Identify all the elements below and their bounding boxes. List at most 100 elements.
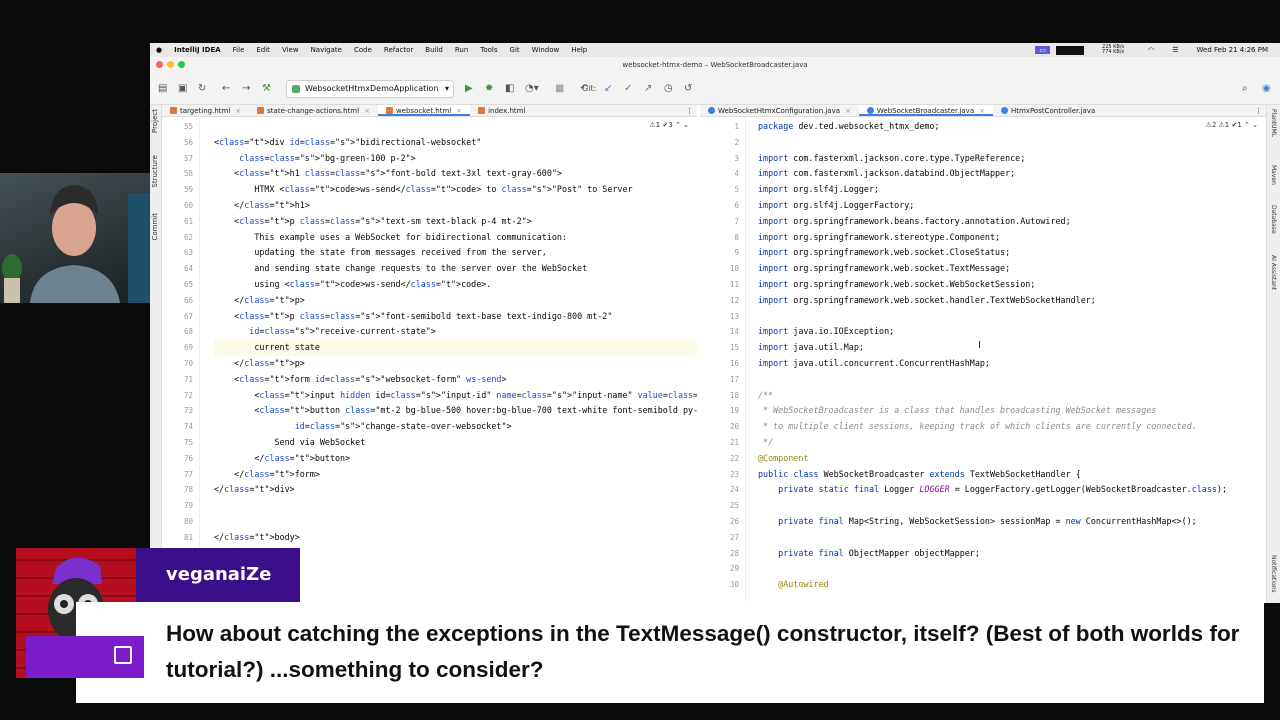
- twitch-badge: [26, 636, 144, 678]
- tool-tab-ai-assistant[interactable]: AI Assistant: [1270, 255, 1277, 290]
- apple-menu-icon[interactable]: ●: [150, 46, 168, 54]
- search-icon[interactable]: ⌕: [1242, 82, 1248, 96]
- screen-share-icon[interactable]: ▭: [1035, 46, 1051, 54]
- debug-icon[interactable]: ✸: [485, 82, 493, 96]
- close-window-button[interactable]: [156, 61, 163, 68]
- code-line: import java.util.concurrent.ConcurrentHa…: [758, 357, 990, 368]
- back-icon[interactable]: ←: [222, 82, 230, 96]
- zoom-window-button[interactable]: [178, 61, 185, 68]
- more-tabs-icon[interactable]: ⋮: [686, 105, 693, 117]
- left-tool-strip: Project Structure Commit: [150, 105, 162, 603]
- code-line: and sending state change requests to the…: [214, 263, 588, 274]
- tool-tab-maven[interactable]: Maven: [1270, 165, 1277, 185]
- menu-build[interactable]: Build: [419, 46, 449, 54]
- profile-icon[interactable]: ◔▾: [525, 82, 539, 96]
- code-line: </class="t">h1>: [214, 199, 310, 210]
- line-number: 20: [729, 422, 739, 432]
- line-number: 22: [729, 453, 739, 463]
- folder-icon[interactable]: ▤: [158, 82, 167, 96]
- code-line: HTMX <class="t">code>ws-send</class="t">…: [214, 184, 633, 195]
- left-editor[interactable]: 55 56 57 58 59 60 61 62 63 64 65 66 67 68 69 70 71 72 73 74…: [162, 119, 697, 603]
- streamer-figure: [2, 185, 150, 303]
- tool-tab-plantuml[interactable]: PlantUML: [1270, 109, 1277, 137]
- git-commit-icon[interactable]: ✓: [624, 82, 632, 96]
- menu-file[interactable]: File: [227, 46, 251, 54]
- run-configuration-select[interactable]: WebsocketHtmxDemoApplication ▾: [286, 80, 454, 98]
- line-number: 72: [183, 390, 193, 400]
- line-number: 1: [734, 122, 739, 131]
- run-config-label: WebsocketHtmxDemoApplication: [305, 84, 439, 93]
- git-rollback-icon[interactable]: ↺: [684, 82, 692, 96]
- close-icon[interactable]: ×: [456, 107, 462, 115]
- macos-menubar: ● IntelliJ IDEA File Edit View Navigate …: [150, 43, 1280, 57]
- stop-icon[interactable]: ■: [555, 82, 564, 96]
- line-number: 19: [729, 406, 739, 416]
- menu-tools[interactable]: Tools: [474, 46, 503, 54]
- inspection-widget[interactable]: ⚠2 ⚠1 ✔1 ⌃ ⌄: [1206, 121, 1258, 129]
- save-icon[interactable]: ▣: [178, 82, 187, 96]
- tool-tab-project[interactable]: Project: [151, 109, 159, 133]
- line-number: 81: [183, 532, 193, 542]
- tool-tab-commit[interactable]: Commit: [151, 213, 159, 241]
- close-icon[interactable]: ×: [979, 107, 985, 115]
- app-menu[interactable]: IntelliJ IDEA: [168, 46, 227, 54]
- tool-tab-structure[interactable]: Structure: [151, 155, 159, 188]
- menu-run[interactable]: Run: [449, 46, 474, 54]
- close-icon[interactable]: ×: [235, 107, 241, 115]
- tab-websockethtmxconfiguration-java[interactable]: WebSocketHtmxConfiguration.java ×: [700, 105, 859, 116]
- sync-icon[interactable]: ↻: [198, 82, 206, 96]
- java-class-icon: [866, 107, 874, 114]
- line-number: 13: [729, 311, 739, 321]
- java-class-icon: [708, 107, 715, 114]
- code-area[interactable]: <class="t">div id=class="s">"bidirection…: [214, 119, 697, 546]
- git-push-icon[interactable]: ↗: [644, 82, 652, 96]
- git-history-icon[interactable]: ◷: [664, 82, 673, 96]
- code-line: private final ObjectMapper objectMapper;: [778, 547, 980, 558]
- code-line: <class="t">div id=class="s">"bidirection…: [214, 136, 482, 147]
- settings-icon[interactable]: ◉: [1262, 82, 1271, 96]
- forward-icon[interactable]: →: [242, 82, 250, 96]
- menu-git[interactable]: Git: [504, 46, 526, 54]
- menu-navigate[interactable]: Navigate: [305, 46, 348, 54]
- menu-edit[interactable]: Edit: [250, 46, 276, 54]
- code-line: <class="t">form id=class="s">"websocket-…: [214, 373, 507, 384]
- tab-websocket-html[interactable]: websocket.html ×: [377, 105, 471, 116]
- build-hammer-icon[interactable]: ⚒: [262, 82, 271, 96]
- tab-state-change-actions-html[interactable]: state-change-actions.html ×: [249, 105, 378, 116]
- menu-view[interactable]: View: [276, 46, 305, 54]
- menu-refactor[interactable]: Refactor: [378, 46, 419, 54]
- datetime[interactable]: Wed Feb 21 4:26 PM: [1191, 46, 1274, 54]
- menu-help[interactable]: Help: [565, 46, 593, 54]
- tab-targeting-html[interactable]: targeting.html ×: [162, 105, 249, 116]
- minimize-window-button[interactable]: [167, 61, 174, 68]
- tab-websocketbroadcaster-java[interactable]: WebSocketBroadcaster.java ×: [858, 105, 993, 116]
- line-number: 8: [734, 232, 739, 242]
- code-line: import org.slf4j.Logger;: [758, 184, 880, 195]
- tab-index-html[interactable]: index.html: [470, 105, 533, 116]
- coverage-icon[interactable]: ◧: [505, 82, 514, 96]
- more-tabs-icon[interactable]: ⋮: [1255, 105, 1262, 117]
- run-icon[interactable]: ▶: [465, 82, 473, 96]
- line-number: 16: [729, 359, 739, 368]
- close-icon[interactable]: ×: [845, 107, 851, 115]
- tab-htmxpostcontroller-java[interactable]: HtmxPostController.java: [993, 105, 1103, 116]
- code-area[interactable]: package dev.ted.websocket_htmx_demo; imp…: [758, 119, 1227, 593]
- wifi-icon[interactable]: ◠: [1142, 46, 1160, 54]
- right-tool-strip: PlantUML Maven Database AI Assistant Not…: [1266, 105, 1280, 603]
- menu-window[interactable]: Window: [526, 46, 566, 54]
- code-line: This example uses a WebSocket for bidire…: [214, 231, 567, 242]
- control-center-icon[interactable]: ☰: [1166, 46, 1184, 54]
- git-update-icon[interactable]: ↙: [604, 82, 612, 96]
- right-editor[interactable]: 1 2 3 4 5 6 7 8 9 10 11 12 13 14 15 16 17 18 19 20 21 22 23 24 2…: [700, 119, 1266, 603]
- tool-tab-notifications[interactable]: Notifications: [1270, 555, 1277, 593]
- tool-tab-database[interactable]: Database: [1270, 205, 1277, 234]
- menu-code[interactable]: Code: [348, 46, 378, 54]
- line-number: 58: [183, 169, 193, 179]
- inspection-widget[interactable]: ⚠1 ✔3 ⌃ ⌄: [650, 121, 689, 129]
- line-number: 3: [734, 153, 739, 163]
- close-icon[interactable]: ×: [364, 107, 370, 115]
- code-line: id=class="s">"change-state-over-websocke…: [294, 421, 512, 432]
- code-line: </class="t">p>: [214, 357, 305, 368]
